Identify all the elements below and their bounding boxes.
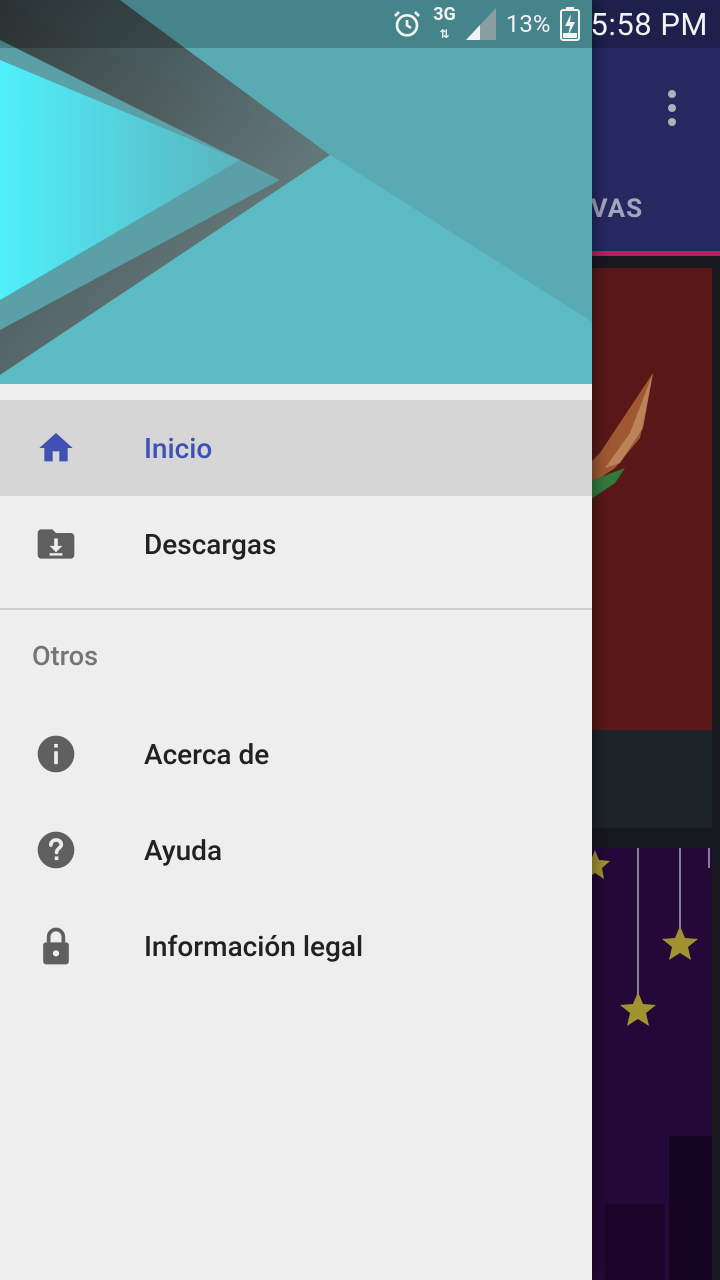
- nav-label-acerca-de: Acerca de: [144, 737, 270, 771]
- network-3g-icon: 3G ⇅: [433, 3, 456, 41]
- network-type-label: 3G: [433, 3, 456, 25]
- nav-label-ayuda: Ayuda: [144, 833, 223, 867]
- battery-percent: 13%: [505, 10, 551, 38]
- nav-label-informacion-legal: Información legal: [144, 929, 364, 963]
- nav-item-informacion-legal[interactable]: Información legal: [0, 898, 592, 994]
- help-icon: [32, 826, 80, 874]
- drawer-divider: [0, 608, 592, 610]
- drawer-header-image: [0, 0, 592, 384]
- nav-item-ayuda[interactable]: Ayuda: [0, 802, 592, 898]
- section-header-otros: Otros: [32, 640, 99, 672]
- folder-download-icon: [32, 520, 80, 568]
- nav-label-descargas: Descargas: [144, 527, 277, 561]
- info-icon: [32, 730, 80, 778]
- alarm-icon: [391, 8, 423, 40]
- nav-item-acerca-de[interactable]: Acerca de: [0, 706, 592, 802]
- status-bar: 3G ⇅ 13% 5:58 PM: [0, 0, 720, 48]
- home-icon: [32, 424, 80, 472]
- clock: 5:58 PM: [590, 5, 708, 43]
- lock-icon: [32, 922, 80, 970]
- nav-item-descargas[interactable]: Descargas: [0, 496, 592, 592]
- signal-icon: [465, 8, 496, 40]
- nav-item-inicio[interactable]: Inicio: [0, 400, 592, 496]
- nav-label-inicio: Inicio: [144, 431, 213, 465]
- battery-charging-icon: [560, 7, 581, 41]
- navigation-drawer: Inicio Descargas Otros Acerca de Ayuda I…: [0, 0, 592, 1280]
